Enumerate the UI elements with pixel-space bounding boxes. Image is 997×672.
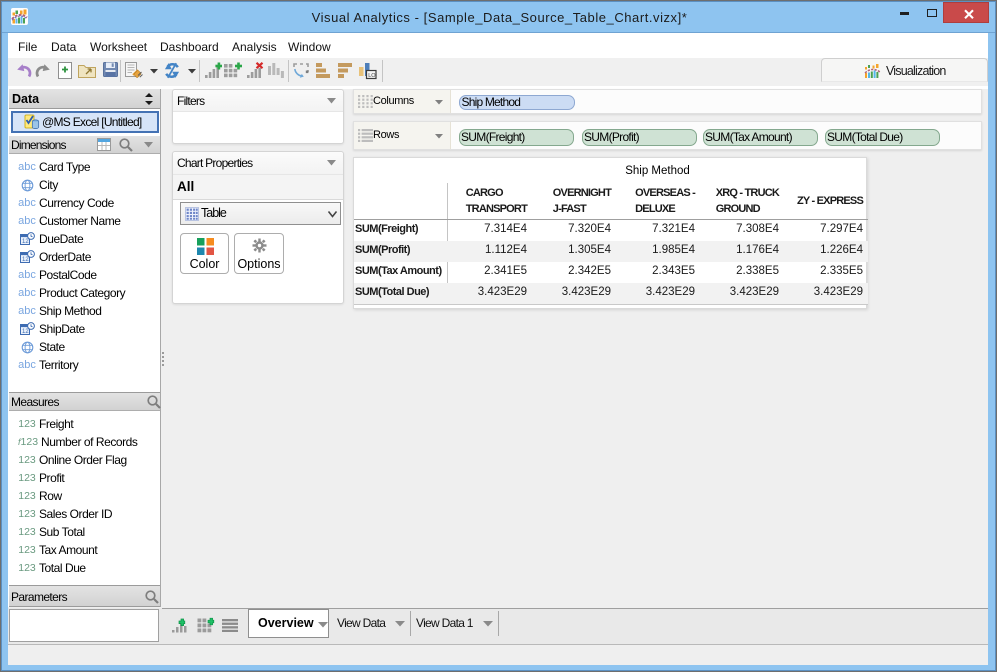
- svg-text:12: 12: [22, 257, 29, 263]
- svg-text:12: 12: [22, 329, 29, 335]
- svg-text:12: 12: [22, 239, 29, 245]
- svg-text:LO: LO: [368, 73, 376, 79]
